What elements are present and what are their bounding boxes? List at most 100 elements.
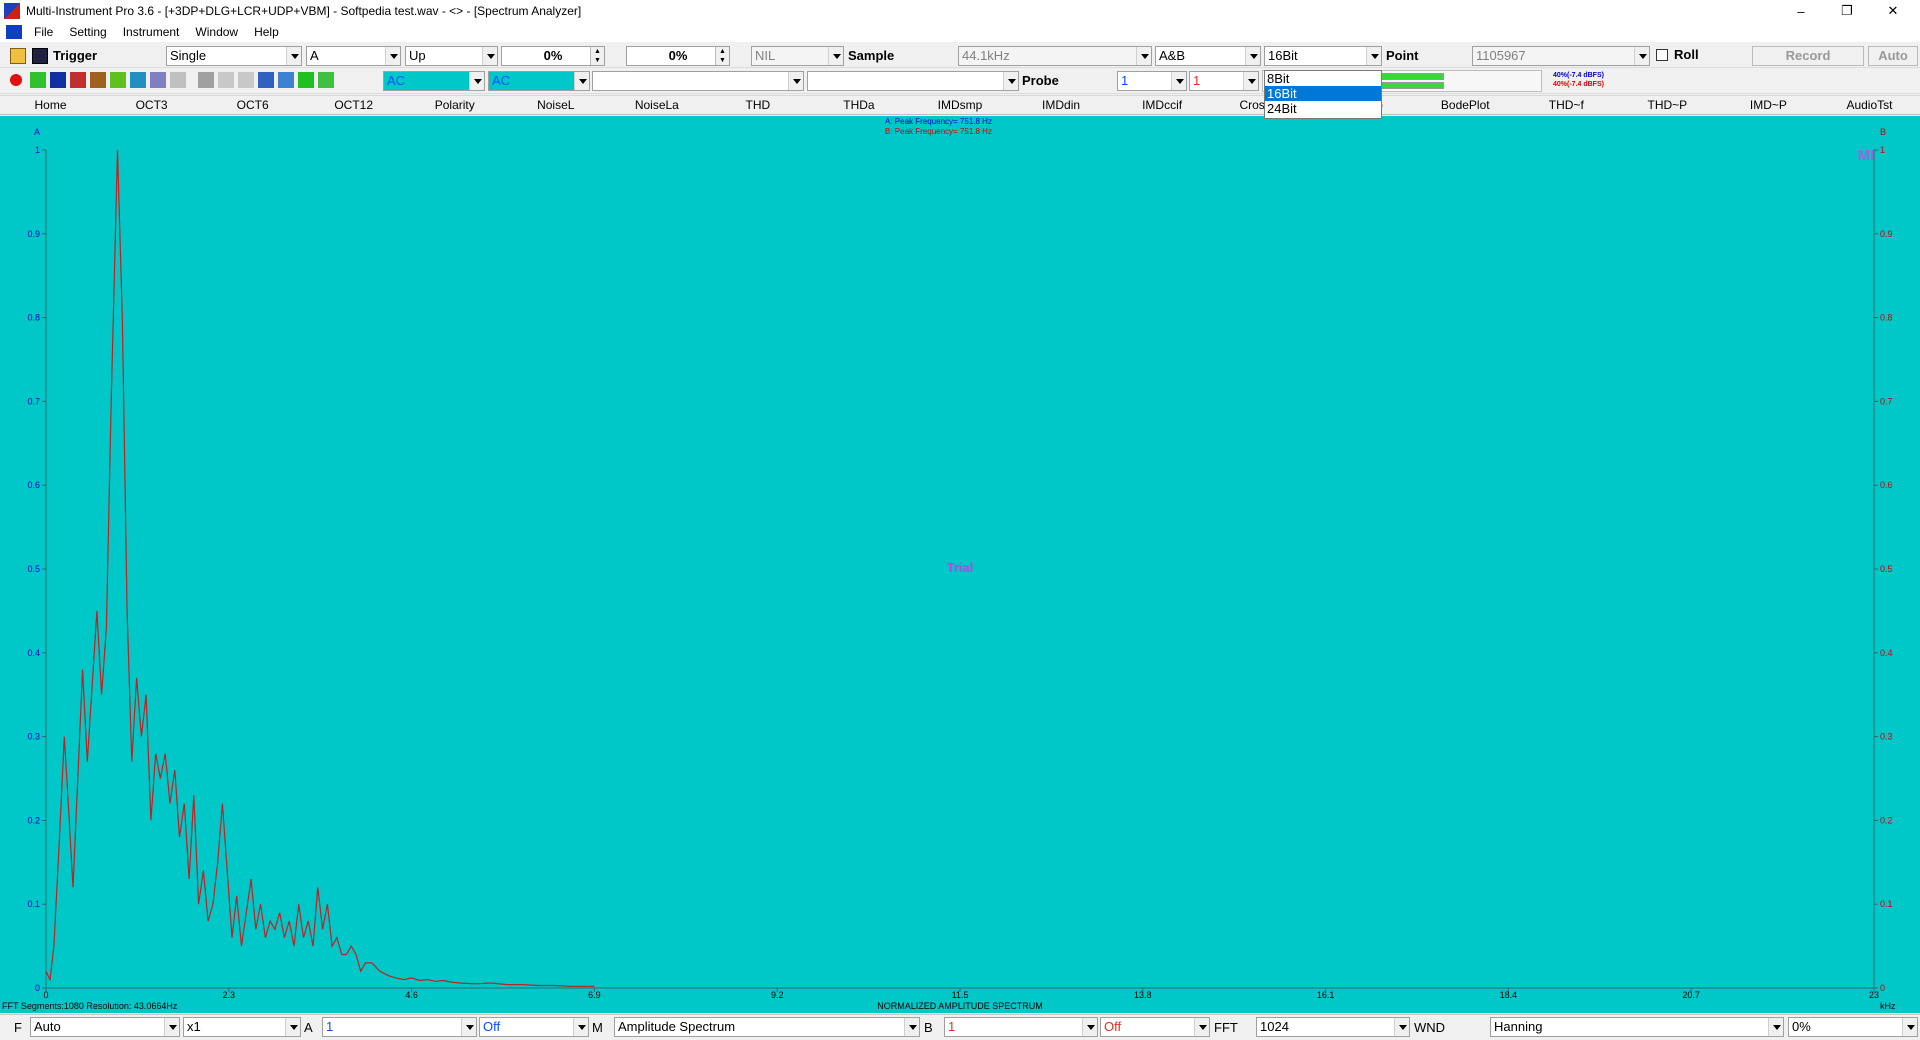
tab-polarity[interactable]: Polarity xyxy=(404,98,505,112)
menu-window[interactable]: Window xyxy=(187,25,246,39)
points-select[interactable]: 1105967 xyxy=(1472,46,1650,66)
tab-thda[interactable]: THDa xyxy=(808,98,909,112)
sample-rate-select[interactable]: 44.1kHz xyxy=(958,46,1152,66)
range-a-select[interactable] xyxy=(592,71,804,91)
points-value: 1105967 xyxy=(1476,48,1526,63)
speaker-icon[interactable] xyxy=(278,72,294,88)
a-scale-select[interactable]: 1 xyxy=(322,1017,477,1037)
spin-up-icon[interactable]: ▲ xyxy=(715,47,729,56)
menu-help[interactable]: Help xyxy=(246,25,287,39)
instrument-toolbar: AC AC Probe 1 1 40%(-7.4 dBFS) 40%(-7.4 … xyxy=(0,68,1920,94)
tab-imd-p[interactable]: IMD~P xyxy=(1718,98,1819,112)
dds-icon[interactable] xyxy=(150,72,166,88)
trigger-channel-value: A xyxy=(310,48,319,63)
record-dot-icon[interactable] xyxy=(10,74,22,86)
play-icon[interactable] xyxy=(298,72,314,88)
frequency-range-select[interactable]: Auto xyxy=(30,1017,180,1037)
spin-down-icon[interactable]: ▼ xyxy=(715,56,729,65)
record-button[interactable]: Record xyxy=(1752,46,1864,66)
printer-icon[interactable] xyxy=(198,72,214,88)
oscilloscope-icon[interactable] xyxy=(30,72,46,88)
x-zoom-select[interactable]: x1 xyxy=(183,1017,301,1037)
roll-checkbox[interactable] xyxy=(1656,49,1668,61)
tab-imdsmp[interactable]: IMDsmp xyxy=(909,98,1010,112)
probe-a-select[interactable]: 1 xyxy=(1117,71,1187,91)
overlap-select[interactable]: 0% xyxy=(1788,1017,1918,1037)
bit-option-16bit[interactable]: 16Bit xyxy=(1265,86,1381,101)
a-scale-value: 1 xyxy=(326,1019,334,1034)
tools-icon[interactable] xyxy=(258,72,274,88)
b-mode-select[interactable]: Off xyxy=(1100,1017,1210,1037)
spectrum-icon[interactable] xyxy=(50,72,66,88)
tab-oct3[interactable]: OCT3 xyxy=(101,98,202,112)
y-tick-label-right: 0.4 xyxy=(1880,648,1893,658)
trigger-mode-select[interactable]: Single xyxy=(166,46,302,66)
probe-b-select[interactable]: 1 xyxy=(1189,71,1259,91)
menu-setting[interactable]: Setting xyxy=(61,25,114,39)
menu-instrument[interactable]: Instrument xyxy=(115,25,188,39)
fft-size-value: 1024 xyxy=(1260,1019,1289,1034)
coupling-a-value: AC xyxy=(387,73,406,88)
level-meter-b-text: 40%(-7.4 dBFS) xyxy=(1553,81,1604,88)
tab-thd[interactable]: THD xyxy=(707,98,808,112)
minimize-button[interactable]: – xyxy=(1778,0,1824,22)
bit-option-8bit[interactable]: 8Bit xyxy=(1265,71,1381,86)
a-mode-select[interactable]: Off xyxy=(479,1017,589,1037)
step-icon[interactable] xyxy=(318,72,334,88)
tab-oct6[interactable]: OCT6 xyxy=(202,98,303,112)
menu-file[interactable]: File xyxy=(26,25,61,39)
coupling-a-select[interactable]: AC xyxy=(383,71,485,91)
chevron-down-icon xyxy=(1136,47,1151,65)
spectrogram-icon[interactable] xyxy=(70,72,86,88)
tab-noisela[interactable]: NoiseLa xyxy=(606,98,707,112)
tab-noisel[interactable]: NoiseL xyxy=(505,98,606,112)
x-axis-label: NORMALIZED AMPLITUDE SPECTRUM xyxy=(877,1001,1043,1011)
chevron-down-icon xyxy=(385,47,400,65)
signal-generator-icon[interactable] xyxy=(130,72,146,88)
text-a-icon[interactable] xyxy=(218,72,234,88)
y-tick-label-left: 0.1 xyxy=(27,899,40,909)
title-bar: Multi-Instrument Pro 3.6 - [+3DP+DLG+LCR… xyxy=(0,0,1920,22)
bit-option-24bit[interactable]: 24Bit xyxy=(1265,101,1381,116)
trigger-level-spinner[interactable]: 0% ▲ ▼ xyxy=(501,46,605,66)
tab-thd-p[interactable]: THD~P xyxy=(1617,98,1718,112)
maximize-button[interactable]: ❐ xyxy=(1824,0,1870,22)
spin-down-icon[interactable]: ▼ xyxy=(590,56,604,65)
open-folder-icon[interactable] xyxy=(10,48,26,64)
coupling-b-select[interactable]: AC xyxy=(488,71,590,91)
range-b-select[interactable] xyxy=(807,71,1019,91)
trigger-edge-select[interactable]: Up xyxy=(405,46,498,66)
a-mode-value: Off xyxy=(483,1019,501,1034)
phase-icon[interactable] xyxy=(90,72,106,88)
tab-audiotst[interactable]: AudioTst xyxy=(1819,98,1920,112)
save-disk-icon[interactable] xyxy=(32,48,48,64)
spin-up-icon[interactable]: ▲ xyxy=(590,47,604,56)
fft-size-select[interactable]: 1024 xyxy=(1256,1017,1410,1037)
chevron-down-icon xyxy=(1171,72,1186,90)
auto-button[interactable]: Auto xyxy=(1868,46,1918,66)
tab-oct12[interactable]: OCT12 xyxy=(303,98,404,112)
nil-select[interactable]: NIL xyxy=(751,46,844,66)
trigger-delay-spinner[interactable]: 0% ▲ ▼ xyxy=(626,46,730,66)
device-icon[interactable] xyxy=(170,72,186,88)
measurement-select[interactable]: Amplitude Spectrum xyxy=(614,1017,920,1037)
close-button[interactable]: ✕ xyxy=(1870,0,1916,22)
bit-depth-dropdown[interactable]: 8Bit 16Bit 24Bit xyxy=(1264,70,1382,119)
tab-imdccif[interactable]: IMDccif xyxy=(1112,98,1213,112)
channels-select[interactable]: A&B xyxy=(1155,46,1261,66)
multimeter-icon[interactable] xyxy=(110,72,126,88)
b-scale-select[interactable]: 1 xyxy=(944,1017,1098,1037)
spectrum-chart[interactable]: 0 0 0.1 0.1 0.2 0.2 0.3 0.3 0.4 0.4 0.5 0.5 0.6 0.6 0.… xyxy=(0,116,1920,1013)
trigger-channel-select[interactable]: A xyxy=(306,46,401,66)
window-function-select[interactable]: Hanning xyxy=(1490,1017,1784,1037)
tab-bodeplot[interactable]: BodePlot xyxy=(1415,98,1516,112)
tab-home[interactable]: Home xyxy=(0,98,101,112)
text-b-icon[interactable] xyxy=(238,72,254,88)
tab-imddin[interactable]: IMDdin xyxy=(1011,98,1112,112)
m-label: M xyxy=(592,1020,603,1035)
f-label: F xyxy=(14,1020,22,1035)
chevron-down-icon xyxy=(1394,1018,1409,1036)
tab-thd-f[interactable]: THD~f xyxy=(1516,98,1617,112)
bit-depth-select[interactable]: 16Bit xyxy=(1264,46,1382,66)
y-tick-label-right: 0.8 xyxy=(1880,313,1893,323)
